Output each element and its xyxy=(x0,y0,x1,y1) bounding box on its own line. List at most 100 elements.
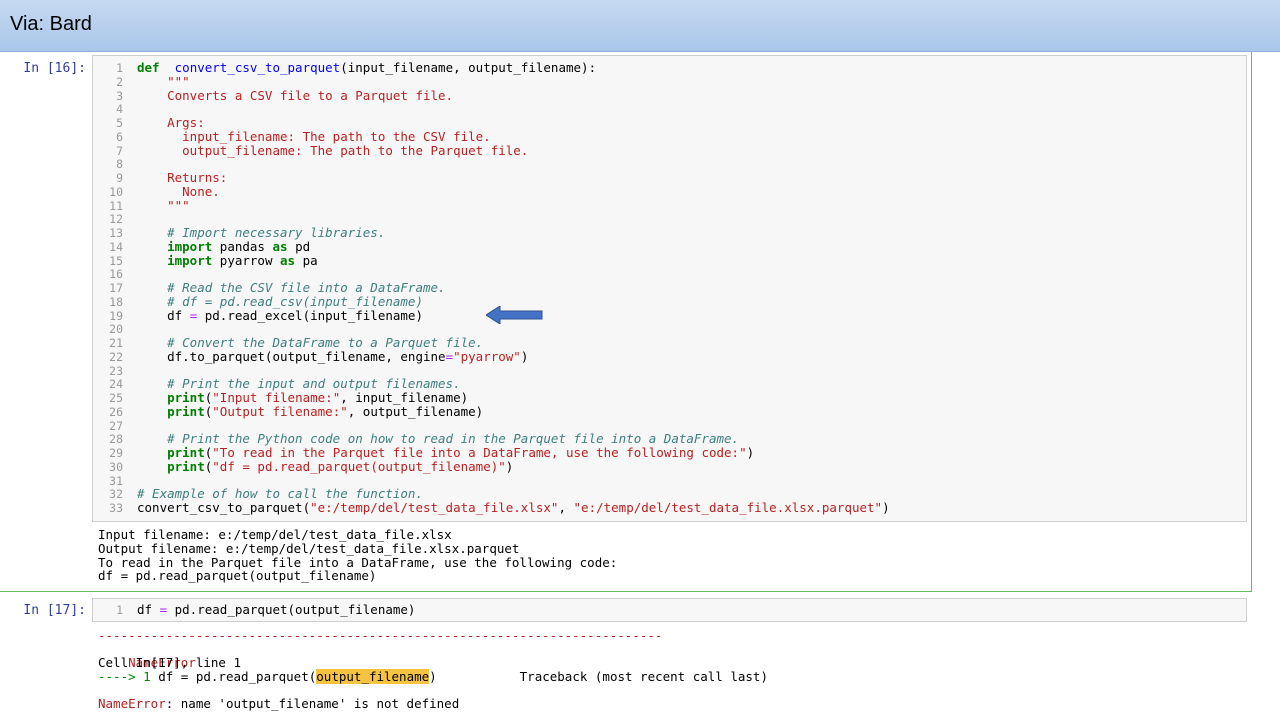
title-bar: Via: Bard xyxy=(0,0,1280,52)
error-header: NameError Traceback (most recent call la… xyxy=(98,642,768,684)
code-token: print xyxy=(167,403,205,419)
code-line: 26 print("Output filename:", output_file… xyxy=(93,403,1243,419)
code-token: "Input filename:" xyxy=(212,390,341,405)
code-line: 33 convert_csv_to_parquet("e:/temp/del/te… xyxy=(93,501,1243,516)
line-number: 1 xyxy=(116,61,123,75)
line-number: 24 xyxy=(109,377,123,392)
error-message-name: NameError xyxy=(98,696,166,711)
code-token: pa xyxy=(295,252,318,268)
code-token: = xyxy=(445,348,454,364)
code-token: "e:/temp/del/test_data_file.xlsx" xyxy=(310,500,559,515)
line-number: 14 xyxy=(109,239,123,254)
code-token: , xyxy=(558,500,574,515)
code-text: Converts a CSV file to a Parquet file. xyxy=(137,87,454,103)
line-number: 18 xyxy=(109,294,123,309)
code-text: convert_csv_to_parquet("e:/temp/del/test… xyxy=(137,501,890,515)
code-token: ) xyxy=(520,348,529,364)
code-token: convert_csv_to_parquet xyxy=(174,60,341,75)
code-token: , input_filename) xyxy=(340,390,469,405)
code-token: ) xyxy=(505,458,514,474)
line-number: 12 xyxy=(109,212,123,227)
line-number: 1 xyxy=(116,603,123,617)
code-token: pd xyxy=(287,238,311,254)
error-code-before: df = pd.read_parquet( xyxy=(158,669,317,684)
code-token: Returns: xyxy=(137,170,228,185)
line-number: 25 xyxy=(109,391,123,405)
code-token: # Import necessary libraries. xyxy=(137,225,386,240)
error-code-line: ----> 1 df = pd.read_parquet(output_file… xyxy=(98,669,437,684)
code-token: # Example of how to call the function. xyxy=(137,486,423,502)
line-number: 10 xyxy=(109,184,123,199)
line-number: 7 xyxy=(116,143,123,158)
cell-16-prompt: In [16]: xyxy=(23,61,86,76)
code-text: output_filename: The path to the Parquet… xyxy=(137,142,529,158)
error-separator: ----------------------------------------… xyxy=(98,628,663,643)
code-token: """ xyxy=(137,197,190,213)
code-line: 9 Returns: xyxy=(93,170,1243,186)
line-number: 23 xyxy=(109,363,123,378)
code-line: 22 df.to_parquet(output_filename, engine… xyxy=(93,348,1243,364)
line-number: 6 xyxy=(116,129,123,144)
cell-17-prompt: In [17]: xyxy=(23,603,86,618)
code-text: def convert_csv_to_parquet(input_filenam… xyxy=(137,61,596,75)
line-number: 28 xyxy=(109,432,123,447)
line-number: 2 xyxy=(116,74,123,89)
page-title: Via: Bard xyxy=(10,13,92,35)
code-token: print xyxy=(167,445,205,460)
code-token: "To read in the Parquet file into a Data… xyxy=(212,445,747,460)
code-token: "Output filename:" xyxy=(212,403,348,419)
output-line: Output filename: e:/temp/del/test_data_f… xyxy=(98,540,520,556)
line-number: 19 xyxy=(109,308,123,323)
output-line: df = pd.read_parquet(output_filename) xyxy=(98,568,377,584)
line-number: 17 xyxy=(109,281,123,295)
code-token: output_filename: The path to the Parquet… xyxy=(137,142,529,158)
code-token: import xyxy=(167,252,213,268)
error-code-after: ) xyxy=(429,669,437,684)
code-token: df xyxy=(137,602,160,617)
code-token: print xyxy=(167,458,205,474)
code-token: import xyxy=(167,238,213,254)
code-token: """ xyxy=(137,73,190,89)
code-text: """ xyxy=(137,197,190,213)
code-token: ) xyxy=(746,445,755,460)
code-line: 11 """ xyxy=(93,197,1243,213)
code-token: input_filename: The path to the CSV file… xyxy=(137,128,491,144)
code-line: 8 xyxy=(93,157,1243,171)
code-token: None. xyxy=(137,183,220,199)
code-line: 10 None. xyxy=(93,183,1243,199)
code-token: pd.read_parquet(output_filename) xyxy=(167,602,416,617)
code-text: df = pd.read_excel(input_filename) xyxy=(137,308,423,323)
line-number: 27 xyxy=(109,418,123,433)
error-message-line: NameError: name 'output_filename' is not… xyxy=(98,697,459,711)
code-line: 19 df = pd.read_excel(input_filename) xyxy=(93,308,1243,323)
line-number: 9 xyxy=(116,171,123,185)
code-line: 7 output_filename: The path to the Parqu… xyxy=(93,142,1243,158)
code-token: pyarrow xyxy=(212,252,280,268)
cell-16-editor[interactable]: 1 def convert_csv_to_parquet(input_filena… xyxy=(92,55,1247,522)
code-token: # df = pd.read_csv(input_filename) xyxy=(137,293,423,309)
error-cell-ref: Cell In[17], line 1 xyxy=(98,655,241,670)
code-token: df.to_parquet(output_filename, engine xyxy=(137,348,446,364)
code-token: (input_filename, output_filename): xyxy=(340,60,597,75)
code-token: # Print the input and output filenames. xyxy=(137,376,461,392)
code-token: Converts a CSV file to a Parquet file. xyxy=(137,87,454,103)
code-text: df.to_parquet(output_filename, engine="p… xyxy=(137,348,529,364)
line-number: 30 xyxy=(109,459,123,474)
cell-17-editor[interactable]: 1 df = pd.read_parquet(output_filename) xyxy=(92,598,1247,622)
line-number: 33 xyxy=(109,501,123,515)
code-token: "df = pd.read_parquet(output_filename)" xyxy=(212,458,506,474)
arrow-left-icon xyxy=(486,306,543,324)
line-number: 29 xyxy=(109,446,123,460)
line-number: 32 xyxy=(109,487,123,502)
code-token: "pyarrow" xyxy=(453,348,521,364)
line-number: 13 xyxy=(109,226,123,240)
error-code-highlight: output_filename xyxy=(316,669,430,684)
code-token: # Convert the DataFrame to a Parquet fil… xyxy=(137,335,484,350)
code-token: , output_filename) xyxy=(347,403,484,419)
line-number: 8 xyxy=(116,157,123,172)
